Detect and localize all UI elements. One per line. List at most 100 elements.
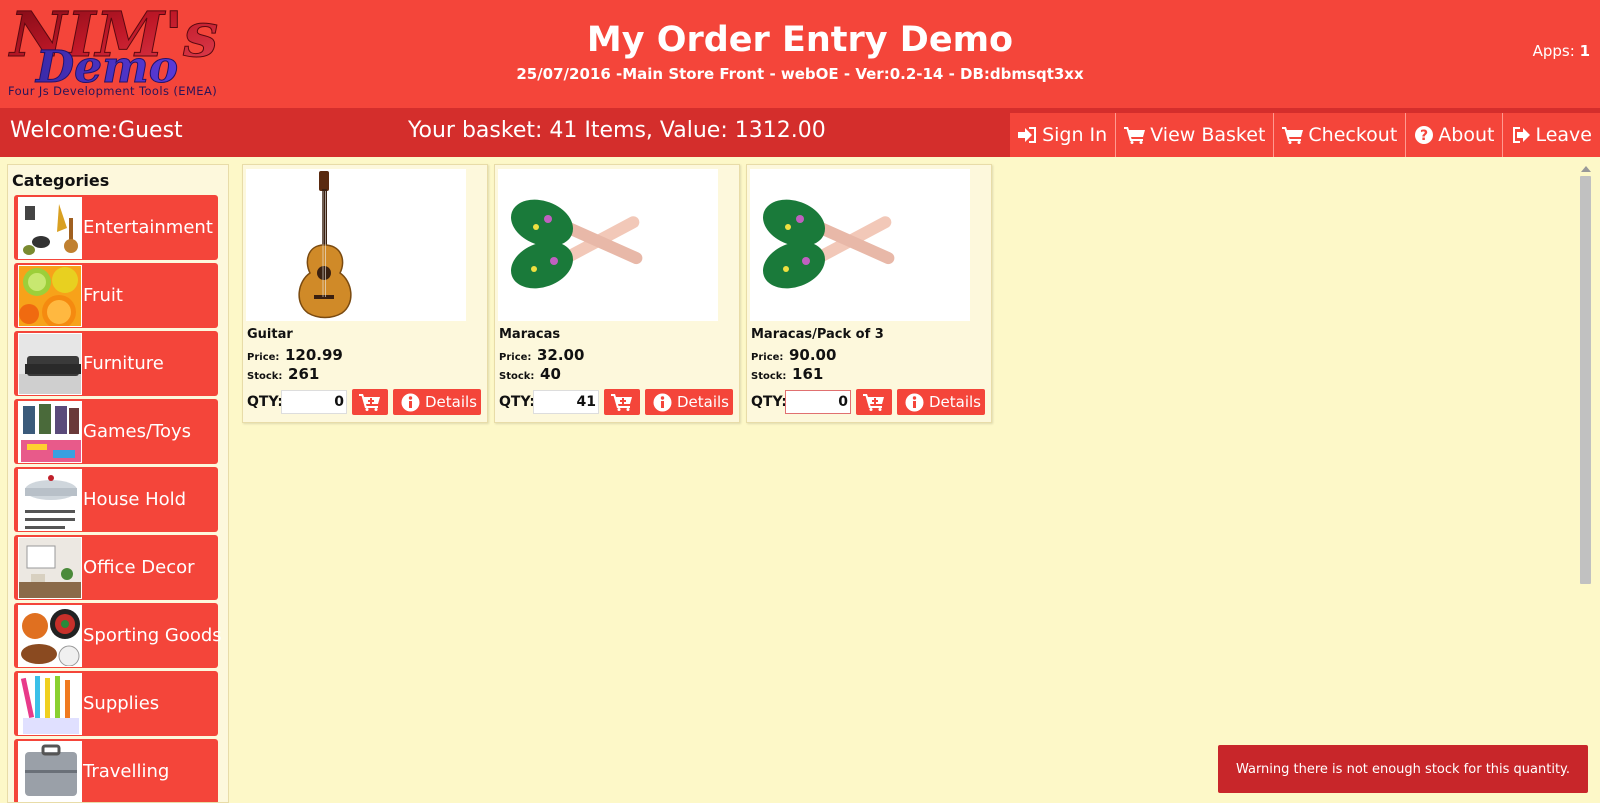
- details-button[interactable]: Details: [393, 389, 481, 415]
- qty-row: QTY: Details: [499, 389, 739, 415]
- fruit-thumbnail: [18, 264, 82, 327]
- svg-text:?: ?: [1420, 128, 1428, 144]
- add-to-cart-button[interactable]: [856, 389, 892, 415]
- category-travelling[interactable]: Travelling: [14, 739, 218, 802]
- category-supplies[interactable]: Supplies: [14, 671, 218, 736]
- product-price: Price: 32.00: [499, 345, 584, 364]
- price-value: 32.00: [536, 346, 585, 364]
- sign-out-icon: [1513, 127, 1531, 143]
- scroll-up-arrow[interactable]: [1581, 166, 1591, 172]
- qty-row: QTY: Details: [751, 389, 991, 415]
- nav-bar: Welcome:Guest Your basket: 41 Items, Val…: [0, 108, 1600, 157]
- price-value: 90.00: [788, 346, 837, 364]
- qty-label: QTY:: [499, 394, 535, 410]
- product-price: Price: 90.00: [751, 345, 836, 364]
- maracas-image: [498, 169, 718, 321]
- category-label: House Hold: [83, 489, 187, 510]
- product-card-guitar: Guitar Price: 120.99 Stock: 261 QTY: Det…: [242, 164, 488, 423]
- supplies-thumbnail: [18, 672, 82, 735]
- price-label: Price:: [247, 352, 280, 363]
- info-circle-icon: [905, 393, 924, 411]
- category-fruit[interactable]: Fruit: [14, 263, 218, 328]
- about-button[interactable]: ? About: [1405, 113, 1503, 157]
- furniture-thumbnail: [18, 332, 82, 395]
- leave-button[interactable]: Leave: [1502, 113, 1600, 157]
- add-to-cart-button[interactable]: [604, 389, 640, 415]
- checkout-button[interactable]: Checkout: [1273, 113, 1406, 157]
- cart-plus-icon: [359, 394, 380, 411]
- details-button[interactable]: Details: [645, 389, 733, 415]
- category-label: Office Decor: [83, 557, 195, 578]
- category-label: Games/Toys: [83, 421, 192, 442]
- product-price: Price: 120.99: [247, 345, 343, 364]
- leave-label: Leave: [1535, 124, 1592, 146]
- category-house-hold[interactable]: House Hold: [14, 467, 218, 532]
- category-sporting-goods[interactable]: Sporting Goods: [14, 603, 222, 668]
- categories-title: Categories: [12, 171, 110, 190]
- category-furniture[interactable]: Furniture: [14, 331, 218, 396]
- category-label: Fruit: [83, 285, 123, 306]
- price-label: Price:: [751, 352, 784, 363]
- games-toys-thumbnail: [18, 400, 82, 463]
- about-label: About: [1438, 124, 1495, 146]
- cart-icon: [1282, 127, 1304, 144]
- app-title: My Order Entry Demo: [586, 20, 1014, 60]
- product-name: Maracas/Pack of 3: [751, 327, 884, 342]
- price-label: Price:: [499, 352, 532, 363]
- product-stock: Stock: 40: [499, 364, 561, 383]
- cart-icon: [1124, 127, 1146, 144]
- nav-buttons: Sign In View Basket Checkout ? About Lea…: [1010, 113, 1600, 157]
- apps-count-value: 1: [1579, 42, 1590, 60]
- category-office-decor[interactable]: Office Decor: [14, 535, 218, 600]
- office-decor-thumbnail: [18, 536, 82, 599]
- maracas-pack-image: [750, 169, 970, 321]
- category-label: Furniture: [83, 353, 164, 374]
- product-name: Guitar: [247, 327, 293, 342]
- details-label: Details: [425, 393, 478, 411]
- product-card-maracas-pack-of-3: Maracas/Pack of 3 Price: 90.00 Stock: 16…: [746, 164, 992, 423]
- travelling-thumbnail: [18, 740, 82, 802]
- app-header: NIM's Demo Four Js Development Tools (EM…: [0, 0, 1600, 108]
- logo-tagline: Four Js Development Tools (EMEA): [8, 84, 218, 98]
- checkout-label: Checkout: [1308, 124, 1398, 146]
- category-entertainment[interactable]: Entertainment: [14, 195, 218, 260]
- stock-value: 261: [288, 365, 320, 383]
- qty-label: QTY:: [247, 394, 283, 410]
- view-basket-button[interactable]: View Basket: [1115, 113, 1274, 157]
- apps-count: Apps: 1: [1533, 42, 1590, 60]
- qty-row: QTY: Details: [247, 389, 487, 415]
- question-circle-icon: ?: [1415, 126, 1434, 144]
- category-label: Supplies: [83, 693, 160, 714]
- app-subtitle: 25/07/2016 -Main Store Front - webOE - V…: [516, 65, 1084, 83]
- qty-input[interactable]: [281, 390, 347, 414]
- vertical-scrollbar[interactable]: [1578, 164, 1594, 803]
- scroll-thumb[interactable]: [1580, 176, 1591, 584]
- stock-warning-toast: Warning there is not enough stock for th…: [1218, 745, 1588, 793]
- welcome-text: Welcome:Guest: [10, 118, 183, 143]
- qty-input[interactable]: [533, 390, 599, 414]
- product-card-maracas: Maracas Price: 32.00 Stock: 40 QTY: Deta…: [494, 164, 740, 423]
- stock-value: 40: [540, 365, 561, 383]
- details-button[interactable]: Details: [897, 389, 985, 415]
- category-games-toys[interactable]: Games/Toys: [14, 399, 218, 464]
- house-hold-thumbnail: [18, 468, 82, 531]
- qty-input[interactable]: [785, 390, 851, 414]
- sign-in-button[interactable]: Sign In: [1010, 113, 1116, 157]
- qty-label: QTY:: [751, 394, 787, 410]
- basket-summary: Your basket: 41 Items, Value: 1312.00: [408, 118, 826, 143]
- entertainment-thumbnail: [18, 196, 82, 259]
- stock-label: Stock:: [247, 371, 283, 382]
- product-stock: Stock: 261: [247, 364, 319, 383]
- add-to-cart-button[interactable]: [352, 389, 388, 415]
- sign-in-icon: [1018, 127, 1037, 143]
- apps-label: Apps:: [1532, 42, 1575, 60]
- stock-label: Stock:: [499, 371, 535, 382]
- guitar-image: [246, 169, 466, 321]
- sporting-goods-thumbnail: [18, 604, 82, 667]
- stock-value: 161: [792, 365, 824, 383]
- category-label: Sporting Goods: [83, 625, 222, 646]
- categories-sidebar: Categories Entertainment Fruit Furniture…: [7, 164, 229, 803]
- cart-plus-icon: [863, 394, 884, 411]
- category-label: Entertainment: [83, 217, 213, 238]
- details-label: Details: [677, 393, 730, 411]
